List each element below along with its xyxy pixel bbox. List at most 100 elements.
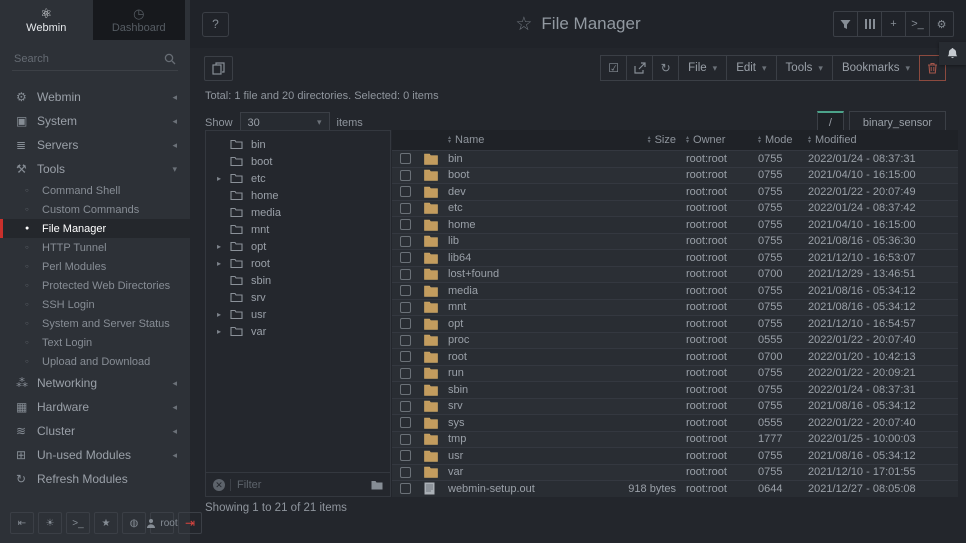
table-row[interactable]: lib root:root 0755 2021/08/16 - 05:36:30 xyxy=(392,233,958,250)
table-row[interactable]: dev root:root 0755 2022/01/22 - 20:07:49 xyxy=(392,183,958,200)
notifications-button[interactable] xyxy=(939,42,966,65)
sort-by-size[interactable]: ▴▾ Size xyxy=(594,134,686,146)
tree-item[interactable]: ▸ opt xyxy=(206,238,390,255)
row-checkbox[interactable] xyxy=(400,368,411,379)
sidebar-menu-item[interactable]: ≋ Cluster ◂ xyxy=(0,419,190,443)
table-row[interactable]: mnt root:root 0755 2021/08/16 - 05:34:12 xyxy=(392,299,958,316)
sidebar-menu-item[interactable]: ⚒ Tools ▾ xyxy=(0,157,190,181)
sidebar-menu-item[interactable]: ≣ Servers ◂ xyxy=(0,133,190,157)
file-name[interactable]: etc xyxy=(448,202,594,214)
tree-expand-icon[interactable]: ▸ xyxy=(217,242,230,251)
row-checkbox[interactable] xyxy=(400,351,411,362)
tree-item[interactable]: bin xyxy=(206,136,390,153)
tree-item[interactable]: sbin xyxy=(206,272,390,289)
file-name[interactable]: sbin xyxy=(448,384,594,396)
file-name[interactable]: root xyxy=(448,351,594,363)
favorites-button[interactable]: ★ xyxy=(94,512,118,534)
shell-button[interactable]: >_ xyxy=(66,512,90,534)
table-row[interactable]: srv root:root 0755 2021/08/16 - 05:34:12 xyxy=(392,398,958,415)
select-all-button[interactable]: ☑ xyxy=(600,55,627,81)
export-button[interactable] xyxy=(626,55,653,81)
tree-item[interactable]: srv xyxy=(206,289,390,306)
file-name[interactable]: run xyxy=(448,367,594,379)
paste-buffer-button[interactable] xyxy=(204,56,233,81)
table-row[interactable]: etc root:root 0755 2022/01/24 - 08:37:42 xyxy=(392,200,958,217)
table-row[interactable]: usr root:root 0755 2021/08/16 - 05:34:12 xyxy=(392,447,958,464)
row-checkbox[interactable] xyxy=(400,467,411,478)
row-checkbox[interactable] xyxy=(400,417,411,428)
tree-item[interactable]: home xyxy=(206,187,390,204)
favorite-star-icon[interactable]: ☆ xyxy=(515,13,532,36)
columns-button[interactable] xyxy=(857,11,882,37)
tools-menu-button[interactable]: Tools▾ xyxy=(776,55,833,81)
help-button[interactable]: ? xyxy=(202,12,229,37)
tree-item[interactable]: ▸ root xyxy=(206,255,390,272)
edit-menu-button[interactable]: Edit▾ xyxy=(726,55,776,81)
sidebar-menu-item[interactable]: ↻ Refresh Modules xyxy=(0,467,190,491)
sidebar-menu-item[interactable]: ○ System and Server Status xyxy=(0,314,190,333)
row-checkbox[interactable] xyxy=(400,401,411,412)
table-row[interactable]: sbin root:root 0755 2022/01/24 - 08:37:3… xyxy=(392,381,958,398)
file-name[interactable]: opt xyxy=(448,318,594,330)
row-checkbox[interactable] xyxy=(400,285,411,296)
tree-expand-icon[interactable]: ▸ xyxy=(217,310,230,319)
clear-filter-icon[interactable]: ✕ xyxy=(213,479,225,491)
file-name[interactable]: home xyxy=(448,219,594,231)
filter-button[interactable] xyxy=(833,11,858,37)
row-checkbox[interactable] xyxy=(400,153,411,164)
row-checkbox[interactable] xyxy=(400,236,411,247)
row-checkbox[interactable] xyxy=(400,384,411,395)
terminal-button[interactable]: >_ xyxy=(905,11,930,37)
file-name[interactable]: media xyxy=(448,285,594,297)
sidebar-menu-item[interactable]: ▦ Hardware ◂ xyxy=(0,395,190,419)
sidebar-menu-item[interactable]: ○ Command Shell xyxy=(0,181,190,200)
file-name[interactable]: lost+found xyxy=(448,268,594,280)
tree-expand-icon[interactable]: ▸ xyxy=(217,174,230,183)
table-row[interactable]: boot root:root 0755 2021/04/10 - 16:15:0… xyxy=(392,167,958,184)
sidebar-menu-item[interactable]: ○ Upload and Download xyxy=(0,352,190,371)
row-checkbox[interactable] xyxy=(400,252,411,263)
sidebar-menu-item[interactable]: ▣ System ◂ xyxy=(0,109,190,133)
file-name[interactable]: tmp xyxy=(448,433,594,445)
table-row[interactable]: opt root:root 0755 2021/12/10 - 16:54:57 xyxy=(392,315,958,332)
tree-expand-icon[interactable]: ▸ xyxy=(217,327,230,336)
collapse-sidebar-button[interactable]: ⇤ xyxy=(10,512,34,534)
sidebar-menu-item[interactable]: ○ SSH Login xyxy=(0,295,190,314)
row-checkbox[interactable] xyxy=(400,219,411,230)
sidebar-menu-item[interactable]: ○ Perl Modules xyxy=(0,257,190,276)
file-name[interactable]: proc xyxy=(448,334,594,346)
user-button[interactable]: root xyxy=(150,512,174,534)
tree-item[interactable]: boot xyxy=(206,153,390,170)
row-checkbox[interactable] xyxy=(400,269,411,280)
table-row[interactable]: run root:root 0755 2022/01/22 - 20:09:21 xyxy=(392,365,958,382)
table-row[interactable]: media root:root 0755 2021/08/16 - 05:34:… xyxy=(392,282,958,299)
file-menu-button[interactable]: File▾ xyxy=(678,55,727,81)
file-name[interactable]: boot xyxy=(448,169,594,181)
row-checkbox[interactable] xyxy=(400,335,411,346)
file-name[interactable]: usr xyxy=(448,450,594,462)
row-checkbox[interactable] xyxy=(400,203,411,214)
table-row[interactable]: webmin-setup.out 918 bytes root:root 064… xyxy=(392,480,958,497)
file-name[interactable]: mnt xyxy=(448,301,594,313)
table-row[interactable]: proc root:root 0555 2022/01/22 - 20:07:4… xyxy=(392,332,958,349)
add-button[interactable]: + xyxy=(881,11,906,37)
logout-button[interactable]: ⇥ xyxy=(178,512,202,534)
tree-item[interactable]: media xyxy=(206,204,390,221)
sidebar-menu-item[interactable]: ⚙ Webmin ◂ xyxy=(0,85,190,109)
folder-small-icon[interactable] xyxy=(371,480,383,490)
file-name[interactable]: bin xyxy=(448,153,594,165)
sort-by-modified[interactable]: ▴▾ Modified xyxy=(808,134,958,146)
table-row[interactable]: root root:root 0700 2022/01/20 - 10:42:1… xyxy=(392,348,958,365)
tree-item[interactable]: ▸ etc xyxy=(206,170,390,187)
file-name[interactable]: srv xyxy=(448,400,594,412)
table-row[interactable]: lost+found root:root 0700 2021/12/29 - 1… xyxy=(392,266,958,283)
language-button[interactable]: ◍ xyxy=(122,512,146,534)
file-name[interactable]: dev xyxy=(448,186,594,198)
sort-by-mode[interactable]: ▴▾ Mode xyxy=(758,134,808,146)
tree-item[interactable]: mnt xyxy=(206,221,390,238)
row-checkbox[interactable] xyxy=(400,483,411,494)
file-name[interactable]: var xyxy=(448,466,594,478)
file-name[interactable]: sys xyxy=(448,417,594,429)
sort-by-name[interactable]: ▴▾ Name xyxy=(448,134,594,146)
row-checkbox[interactable] xyxy=(400,170,411,181)
